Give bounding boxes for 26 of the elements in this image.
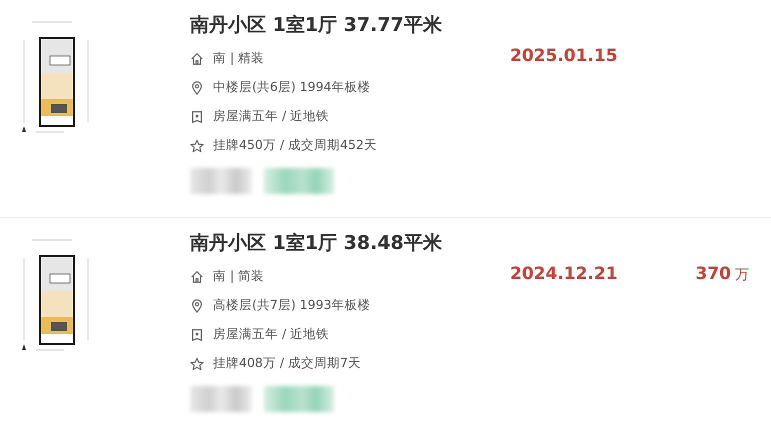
blurred-tag bbox=[264, 168, 334, 194]
listing-detail: 南 | 简装 bbox=[213, 268, 264, 285]
location-pin-icon bbox=[190, 80, 204, 94]
deal-price: 370 bbox=[696, 264, 731, 284]
price-unit: 万 bbox=[735, 267, 749, 283]
star-icon bbox=[190, 138, 204, 152]
deal-date: 2025.01.15 bbox=[510, 45, 619, 68]
shield-icon bbox=[190, 328, 204, 342]
listing-detail: 挂牌408万 / 成交周期7天 bbox=[213, 355, 361, 372]
shield-icon bbox=[190, 110, 204, 124]
listing-detail: 挂牌450万 / 成交周期452天 bbox=[213, 137, 377, 154]
star-icon bbox=[190, 356, 204, 370]
listing-detail: 房屋满五年 / 近地铁 bbox=[213, 108, 330, 125]
blurred-tag bbox=[190, 168, 252, 194]
listing-title[interactable]: 南丹小区 1室1厅 38.48平米 bbox=[190, 230, 510, 256]
listing-detail: 高楼层(共7层) 1993年板楼 bbox=[213, 297, 370, 314]
listing-detail: 中楼层(共6层) 1994年板楼 bbox=[213, 79, 370, 96]
listing-title[interactable]: 南丹小区 1室1厅 37.77平米 bbox=[190, 12, 510, 38]
listing-detail: 房屋满五年 / 近地铁 bbox=[213, 326, 330, 343]
blurred-tag bbox=[190, 386, 252, 412]
listing-detail: 南 | 精装 bbox=[213, 50, 264, 67]
location-pin-icon bbox=[190, 298, 204, 312]
house-icon bbox=[190, 52, 204, 66]
blurred-tag bbox=[264, 386, 334, 412]
house-icon bbox=[190, 270, 204, 284]
deal-date: 2024.12.21 bbox=[510, 263, 619, 286]
